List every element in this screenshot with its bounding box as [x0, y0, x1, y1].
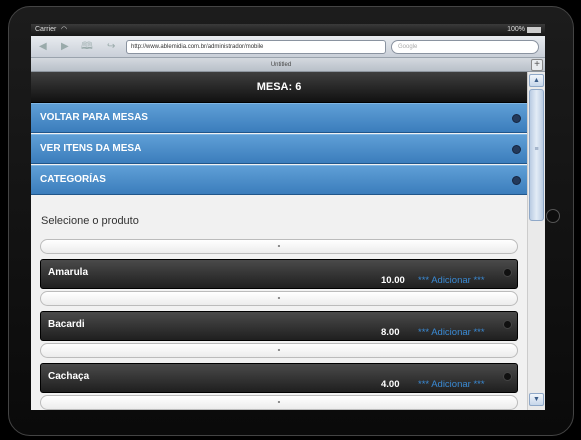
dot-icon [512, 176, 521, 185]
categories-button[interactable]: CATEGORÍAS [31, 165, 527, 195]
select-product-label: Selecione o produto [41, 215, 139, 227]
menu-item-label: CATEGORÍAS [40, 174, 106, 185]
add-product-link[interactable]: *** Adicionar *** [418, 275, 485, 286]
status-bar: Carrier ◠ 100% [31, 24, 545, 36]
product-name: Bacardi [48, 319, 85, 330]
home-button[interactable] [546, 209, 560, 223]
tab-bar: Untitled + [31, 58, 545, 72]
wifi-icon: ◠ [61, 26, 68, 33]
tablet-device: Carrier ◠ 100% ◀ ▶ 🕮 ↪ http://www.ablemi… [0, 0, 581, 440]
search-input[interactable]: Google [391, 40, 539, 54]
dot-icon [503, 320, 512, 329]
view-table-items-button[interactable]: VER ITENS DA MESA [31, 134, 527, 164]
product-price: 8.00 [381, 327, 400, 338]
dot-icon [512, 114, 521, 123]
screen: Carrier ◠ 100% ◀ ▶ 🕮 ↪ http://www.ablemi… [31, 24, 545, 410]
scroll-up-icon[interactable]: ▲ [529, 74, 544, 87]
browser-toolbar: ◀ ▶ 🕮 ↪ http://www.ablemidia.com.br/admi… [31, 36, 545, 58]
menu-item-label: VER ITENS DA MESA [40, 143, 142, 154]
tab-title[interactable]: Untitled [31, 58, 531, 72]
forward-arrow-icon[interactable]: ▶ [61, 41, 69, 53]
menu-item-label: VOLTAR PARA MESAS [40, 112, 148, 123]
carrier-label: Carrier [35, 26, 57, 33]
vertical-scrollbar[interactable]: ▲ ≡ ▼ [527, 72, 545, 410]
product-name: Amarula [48, 267, 89, 278]
product-item-cachaca[interactable]: Cachaça 4.00 *** Adicionar *** [40, 363, 518, 393]
separator-pill[interactable]: - [40, 239, 518, 254]
share-icon[interactable]: ↪ [107, 41, 115, 53]
separator-pill[interactable]: - [40, 395, 518, 410]
product-price: 10.00 [381, 275, 405, 286]
add-product-link[interactable]: *** Adicionar *** [418, 327, 485, 338]
dot-icon [503, 372, 512, 381]
back-arrow-icon[interactable]: ◀ [39, 41, 47, 53]
product-price: 4.00 [381, 379, 400, 390]
page-title: MESA: 6 [31, 72, 527, 103]
battery-icon [527, 27, 541, 33]
product-item-amarula[interactable]: Amarula 10.00 *** Adicionar *** [40, 259, 518, 289]
scroll-thumb[interactable]: ≡ [529, 89, 544, 221]
url-field[interactable]: http://www.ablemidia.com.br/administrado… [126, 40, 386, 54]
product-item-bacardi[interactable]: Bacardi 8.00 *** Adicionar *** [40, 311, 518, 341]
separator-pill[interactable]: - [40, 291, 518, 306]
battery-label: 100% [507, 26, 525, 33]
add-product-link[interactable]: *** Adicionar *** [418, 379, 485, 390]
separator-pill[interactable]: - [40, 343, 518, 358]
add-tab-button[interactable]: + [531, 59, 543, 71]
dot-icon [512, 145, 521, 154]
back-to-tables-button[interactable]: VOLTAR PARA MESAS [31, 103, 527, 133]
page-content: MESA: 6 VOLTAR PARA MESAS VER ITENS DA M… [31, 72, 527, 410]
book-icon[interactable]: 🕮 [81, 41, 93, 53]
product-name: Cachaça [48, 371, 90, 382]
scroll-down-icon[interactable]: ▼ [529, 393, 544, 406]
dot-icon [503, 268, 512, 277]
